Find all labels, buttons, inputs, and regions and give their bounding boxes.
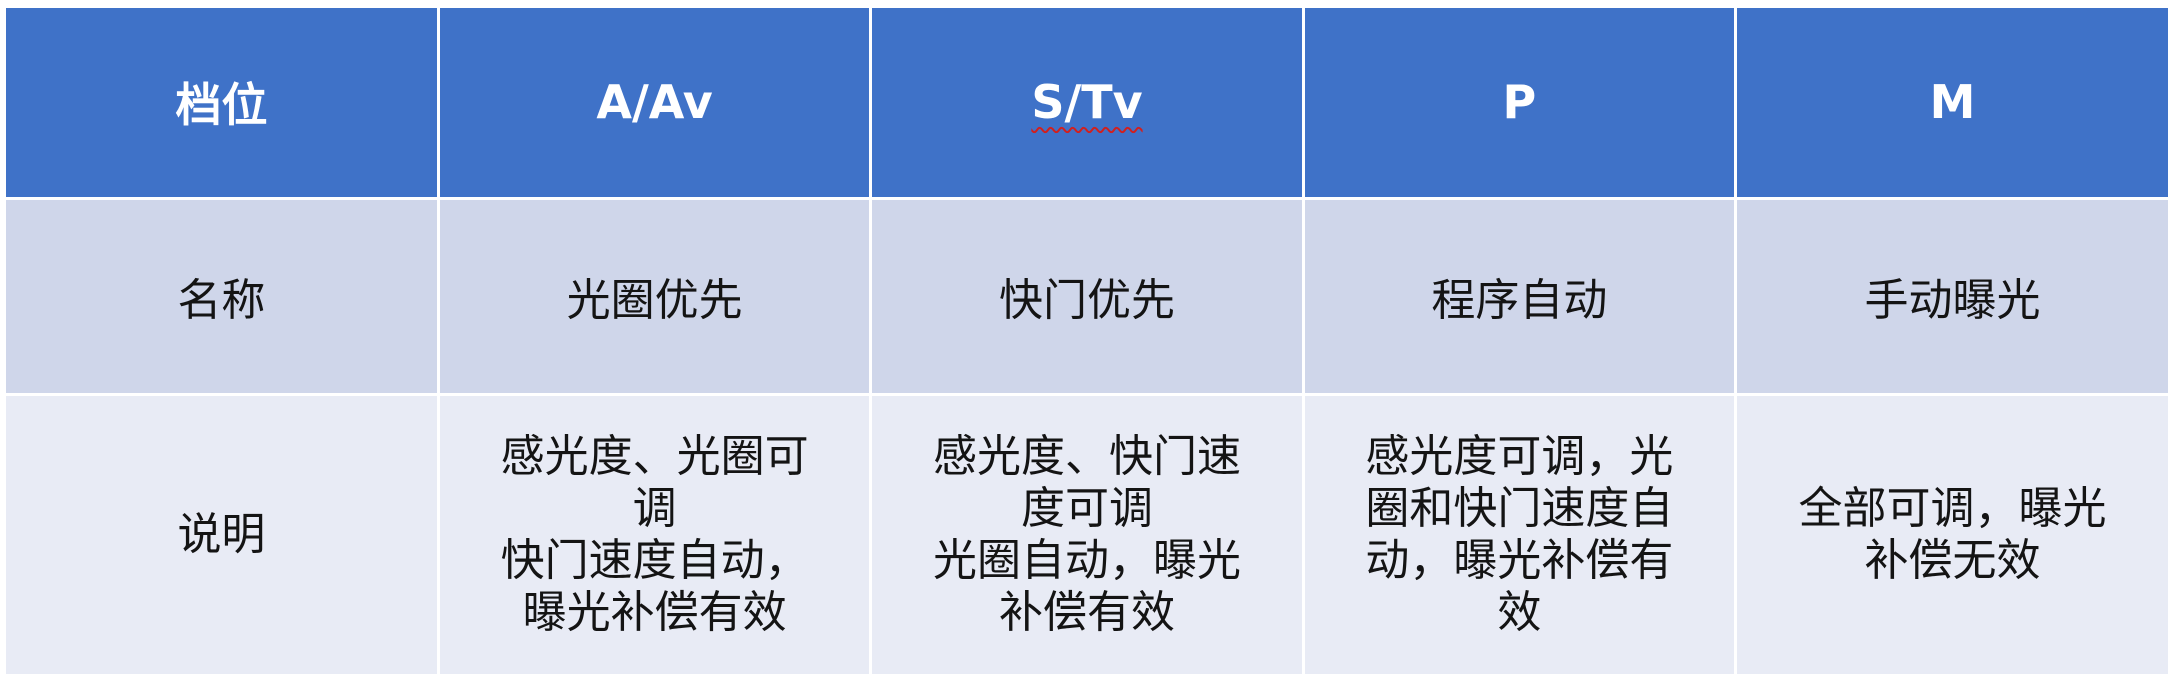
description-line: 补偿无效 <box>1864 534 2041 586</box>
description-line: 曝光补偿有效 <box>522 586 787 638</box>
description-line: 动，曝光补偿有 <box>1365 534 1674 586</box>
header-cell-m: M <box>1735 8 2168 198</box>
description-cell-m: 全部可调，曝光 补偿无效 <box>1735 394 2168 674</box>
description-line: 全部可调，曝光 <box>1798 482 2107 534</box>
description-line: 快门速度自动， <box>500 534 809 586</box>
description-line: 度可调 <box>1020 482 1153 534</box>
description-row: 说明 感光度、光圈可 调 快门速度自动， 曝光补偿有效 感光度、快门速 度可调 … <box>6 394 2168 674</box>
name-cell-a-av: 光圈优先 <box>438 198 873 394</box>
description-line: 光圈自动，曝光 <box>932 534 1241 586</box>
description-line: 圈和快门速度自 <box>1365 482 1674 534</box>
row-label-name: 名称 <box>6 198 440 394</box>
description-cell-p: 感光度可调，光 圈和快门速度自 动，曝光补偿有 效 <box>1303 394 1738 674</box>
name-cell-m: 手动曝光 <box>1735 198 2168 394</box>
description-line: 感光度、光圈可 <box>500 430 809 482</box>
exposure-modes-table-container: 档位 A/Av S/Tv P M 名称 光圈优先 快门优先 程序自动 手动曝光 … <box>6 8 2168 674</box>
description-cell-s-tv: 感光度、快门速 度可调 光圈自动，曝光 补偿有效 <box>870 394 1305 674</box>
header-cell-p: P <box>1303 8 1738 198</box>
description-line: 调 <box>632 482 677 534</box>
description-line: 补偿有效 <box>998 586 1175 638</box>
name-row: 名称 光圈优先 快门优先 程序自动 手动曝光 <box>6 198 2168 394</box>
description-line: 感光度、快门速 <box>932 430 1241 482</box>
name-cell-p: 程序自动 <box>1303 198 1738 394</box>
header-cell-s-tv: S/Tv <box>870 8 1305 198</box>
row-label-description: 说明 <box>6 394 440 674</box>
name-cell-s-tv: 快门优先 <box>870 198 1305 394</box>
header-row: 档位 A/Av S/Tv P M <box>6 8 2168 198</box>
header-cell-s-tv-text: S/Tv <box>1031 75 1143 130</box>
description-line: 感光度可调，光 <box>1365 430 1674 482</box>
description-line: 效 <box>1497 586 1542 638</box>
exposure-modes-table: 档位 A/Av S/Tv P M 名称 光圈优先 快门优先 程序自动 手动曝光 … <box>6 8 2168 674</box>
description-cell-a-av: 感光度、光圈可 调 快门速度自动， 曝光补偿有效 <box>438 394 873 674</box>
header-cell-a-av: A/Av <box>438 8 873 198</box>
header-cell-mode: 档位 <box>6 8 440 198</box>
